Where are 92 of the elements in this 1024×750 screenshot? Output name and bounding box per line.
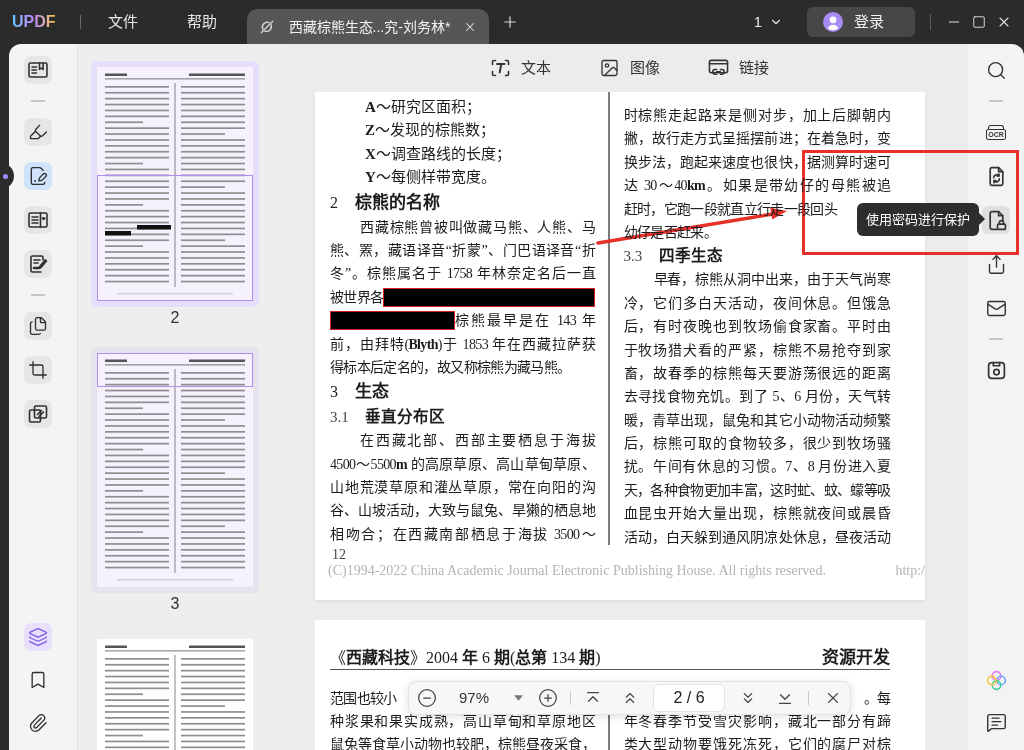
text-line: 血昆虫开始大量出现，棕熊就夜间或晨昏	[623, 505, 891, 524]
formula-line: Z～发现的棕熊数；	[365, 121, 495, 141]
text-line: 被世界各	[330, 288, 384, 307]
login-button[interactable]: 登录	[807, 7, 915, 37]
page-number: 3	[170, 594, 180, 614]
text-line: 冬”。棕熊属名于 1758 年林奈定名后一直	[330, 265, 595, 284]
menu-item[interactable]: 帮助	[186, 12, 217, 32]
text-line: 在西藏北部、西部主要栖息于海拔	[360, 432, 595, 451]
page-number: 2	[170, 308, 180, 328]
copyright-notice: (C)1994-2022 China Academic Journal Electronic Publishing House. All rights reserved.	[328, 562, 827, 579]
text-line: 种浆果和果实成熟，高山草甸和草原地区	[330, 713, 595, 731]
text-line: 后，棕熊可取的食物较多，很少到牧场骚	[623, 435, 891, 454]
section-number: 3.3	[623, 247, 644, 267]
text-line: 扰。午间有休息的习惯。7、8 月份进入夏	[623, 458, 891, 477]
tool-button[interactable]	[24, 400, 52, 428]
text-line: 4500～5500m 的高原草原、高山草甸草原、	[330, 455, 595, 474]
text-line: 时棕熊走起路来是侧对步，加上后脚朝内	[623, 107, 891, 125]
comment-icon	[985, 711, 1007, 733]
save-icon	[985, 359, 1007, 381]
zoom-in-icon[interactable]	[538, 688, 559, 708]
document-pen-icon	[28, 166, 48, 186]
text-line: 山地荒漠草原和灌丛草原，常在向阳的沟	[330, 479, 595, 498]
maximize-icon[interactable]	[972, 15, 986, 29]
text-line: 去寻找食物充饥。到了 5、6 月份，天气转	[623, 388, 891, 407]
crop-icon	[28, 360, 48, 380]
section-heading: 四季生态	[658, 246, 723, 267]
tool-button[interactable]	[24, 118, 52, 146]
text-line: 早春，棕熊从洞中出来，由于天气尚寒	[653, 271, 891, 290]
paperclip-icon	[28, 713, 48, 733]
tool-button[interactable]	[24, 312, 52, 340]
section-heading: 垂直分布区	[365, 407, 445, 428]
text-line: 于牧场猎犬看的严紧，棕熊不易抢夺到家	[623, 341, 891, 360]
tool-button[interactable]	[24, 356, 52, 384]
text-line: 活动，白天躲到通风阴凉处休息，昼夜活动	[623, 528, 891, 547]
window-switcher[interactable]: 1	[753, 12, 783, 32]
zoom-dropdown[interactable]: 97%	[459, 689, 524, 707]
section-number: 3	[330, 382, 339, 403]
text-line: 谷、山坡活动，大致与鼠兔、旱獭的栖息地	[330, 502, 595, 521]
section-heading: 生态	[355, 381, 389, 404]
text-line: 。每	[863, 690, 891, 708]
tooltip: 使用密码进行保护	[857, 203, 979, 236]
zoom-out-icon[interactable]	[417, 688, 437, 708]
text-line: 前，由拜特(Blyth)于 1853 年在西藏拉萨获	[330, 335, 595, 354]
tool-button[interactable]	[24, 250, 52, 278]
text-tool-button[interactable]: 文本	[489, 58, 551, 78]
formula-line: A～研究区面积；	[365, 98, 481, 117]
text-line: 暖，青草出现，鼠兔和其它小动物活动频繁	[623, 411, 891, 430]
text-line: 换步法，跑起来速度也很快，据测算时速可	[623, 153, 891, 172]
text-line: 熊、罴，藏语译音“折蒙”、门巴语译音“折	[330, 241, 595, 260]
book-icon	[28, 60, 48, 80]
image-icon	[598, 58, 620, 78]
text-line: 天，各种食物更加丰富，这时虻、蚊、蠓等吸	[623, 481, 891, 500]
tool-button[interactable]	[24, 56, 52, 84]
text-line: 后，有时夜晚也到牧场偷食家畜。平时由	[623, 318, 891, 337]
image-tool-button[interactable]: 图像	[598, 58, 660, 78]
menu-item[interactable]: 文件	[107, 12, 138, 32]
section-label: 资源开发	[822, 648, 890, 668]
signature-icon	[28, 254, 48, 274]
text-line: 得标本后定名的，故又称棕熊为藏马熊。	[330, 358, 571, 377]
avatar-icon	[823, 12, 843, 32]
tool-button[interactable]	[24, 206, 52, 234]
tooltip-pointer-icon	[979, 213, 985, 225]
slashed-circle-icon	[258, 18, 275, 35]
text-line: 撇，故行走方式呈摇摆前进；在着急时，变	[623, 130, 891, 149]
link-tool-button[interactable]: 链接	[707, 58, 769, 78]
text-box-icon	[489, 58, 511, 78]
formula-line: X～调查路线的长度；	[365, 144, 511, 164]
text-line: 西藏棕熊曾被叫做藏马熊、人熊、马	[360, 218, 595, 237]
section-heading: 棕熊的名称	[355, 191, 440, 214]
sidebar-button[interactable]	[982, 206, 1010, 234]
text-line: 范围也较小	[330, 690, 397, 708]
journal-header: 《西藏科技》2004 年 6 期(总第 134 期)	[330, 648, 601, 668]
highlighter-icon	[28, 122, 48, 142]
link-icon	[707, 58, 729, 78]
clover-icon	[985, 669, 1007, 691]
stacked-squares-icon	[28, 404, 48, 424]
text-line: 畜，故春季的棕熊每天要游荡很远的距离	[623, 364, 891, 383]
formula-line: Y～每侧样带宽度。	[365, 168, 496, 188]
text-line: 相吻合；在西藏南部栖息于海拔 3500～	[330, 525, 595, 544]
form-list-icon	[28, 210, 48, 230]
page-number: 12	[332, 548, 346, 562]
document-tab[interactable]: 西藏棕熊生态...究-刘务林*	[246, 9, 489, 44]
text-line: 棕熊最早是在 143 年	[455, 312, 595, 331]
pages-icon	[28, 316, 48, 336]
search-icon	[985, 59, 1007, 81]
text-line: 冷，它们多白天活动，夜间休息。但饿急	[623, 294, 891, 313]
tool-button[interactable]	[24, 162, 52, 190]
layers-icon	[28, 627, 48, 647]
caret-icon	[514, 695, 524, 701]
section-number: 3.1	[330, 408, 350, 428]
page-field[interactable]: 2 / 6	[653, 684, 726, 712]
section-number: 2	[330, 192, 339, 213]
